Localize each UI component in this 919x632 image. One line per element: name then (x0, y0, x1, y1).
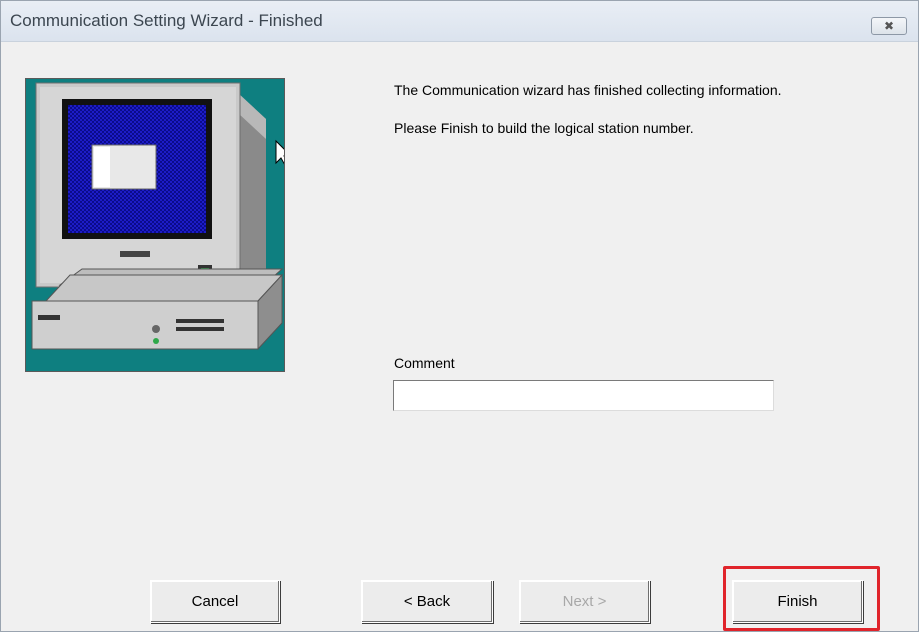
computer-illustration (25, 78, 285, 372)
message-line-2: Please Finish to build the logical stati… (394, 120, 694, 136)
window-title: Communication Setting Wizard - Finished (10, 11, 323, 30)
back-button[interactable]: < Back (361, 580, 493, 623)
cancel-button[interactable]: Cancel (150, 580, 280, 623)
comment-input[interactable] (393, 380, 774, 411)
finish-highlight-box (723, 566, 880, 631)
computer-icon (26, 79, 284, 371)
wizard-window: Communication Setting Wizard - Finished … (0, 0, 919, 632)
next-button-disabled: Next > (519, 580, 650, 623)
close-button[interactable]: ✖ (871, 17, 907, 35)
message-line-1: The Communication wizard has finished co… (394, 82, 782, 98)
title-bar: Communication Setting Wizard - Finished … (1, 1, 918, 42)
finished-message: The Communication wizard has finished co… (394, 80, 854, 139)
comment-label: Comment (394, 355, 455, 371)
close-icon: ✖ (883, 19, 895, 33)
